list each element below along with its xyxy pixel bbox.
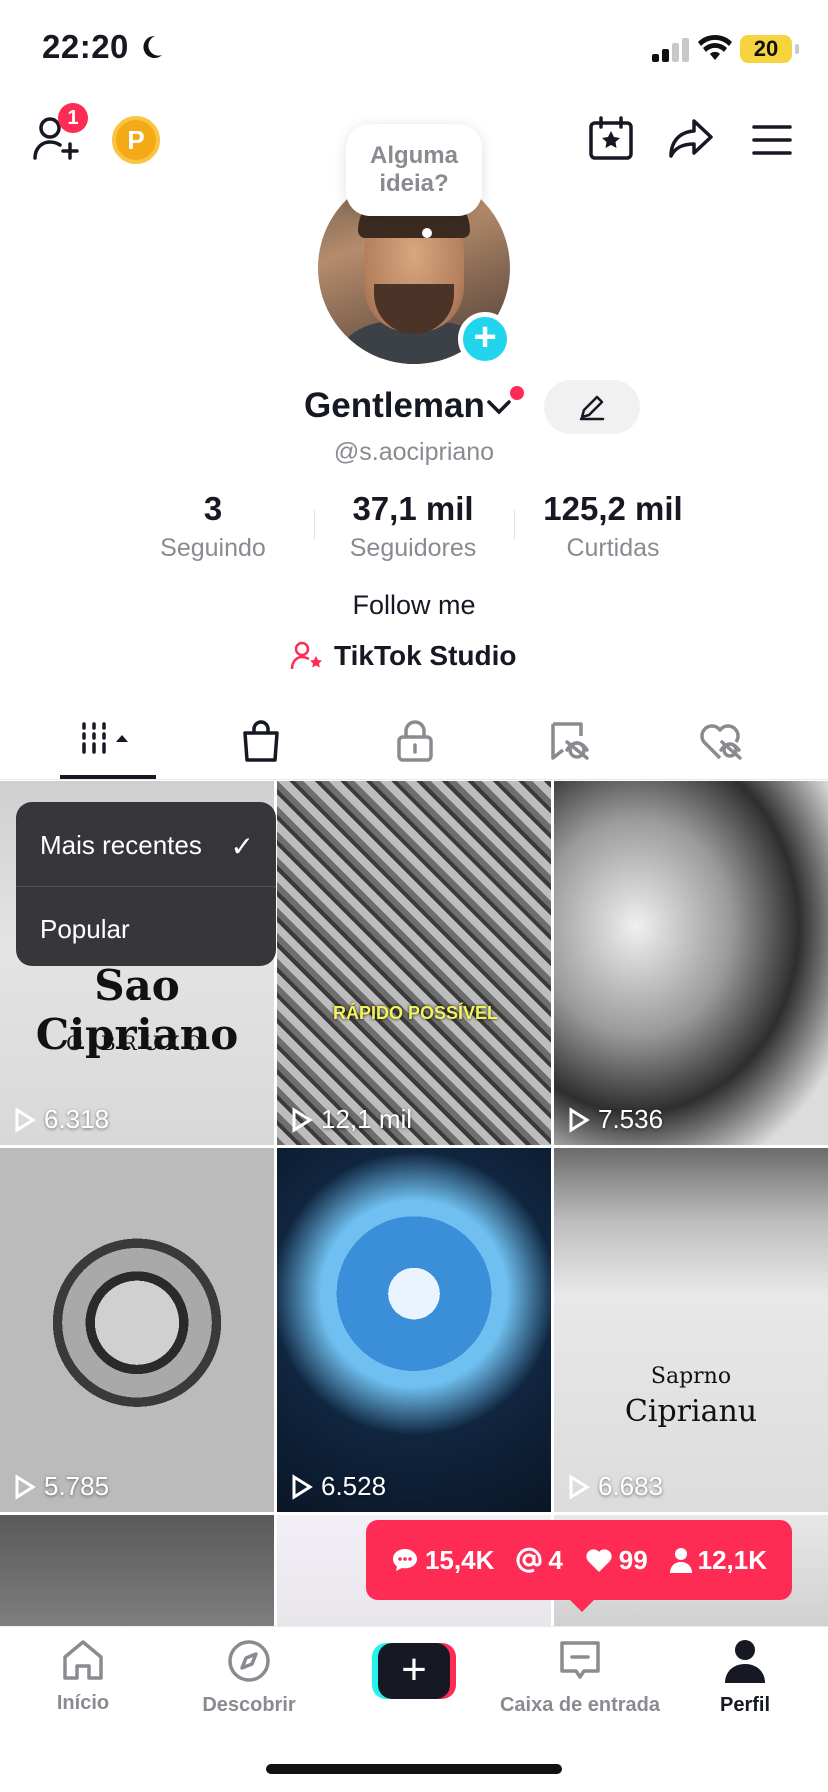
sort-dropdown: Mais recentes ✓ Popular <box>16 802 276 966</box>
moon-icon <box>143 35 162 58</box>
video-thumbnail[interactable]: 6.528 <box>277 1148 551 1512</box>
comments-count: 15,4K <box>391 1545 494 1576</box>
thumbnail-title: Saprno <box>650 1364 732 1389</box>
play-icon <box>569 1473 590 1500</box>
thumbnail-overlay-text: RÁPIDO POSSÍVEL <box>333 1003 499 1023</box>
compass-icon <box>228 1640 270 1682</box>
studio-label: TikTok Studio <box>334 640 517 671</box>
edit-profile-button[interactable] <box>544 380 640 434</box>
lock-icon <box>397 720 433 762</box>
comment-icon <box>392 1549 417 1571</box>
tiktok-studio-link[interactable]: TikTok Studio <box>290 640 517 672</box>
sort-option-popular[interactable]: Popular <box>40 914 130 945</box>
likes-count: 99 <box>585 1545 648 1576</box>
inbox-icon <box>560 1641 600 1679</box>
signal-icon <box>652 38 689 62</box>
mentions-count: 4 <box>516 1545 563 1576</box>
tab-reposts[interactable] <box>505 700 670 780</box>
friend-request-badge: 1 <box>58 103 88 133</box>
nav-label: Perfil <box>719 1694 771 1716</box>
view-count: 6.683 <box>568 1471 663 1502</box>
menu-divider <box>16 886 276 887</box>
profile-bio: Follow me <box>352 590 476 620</box>
create-button[interactable]: + <box>372 1643 456 1699</box>
stat-label: Seguidores <box>349 534 477 562</box>
home-icon <box>63 1640 103 1680</box>
at-icon <box>516 1547 542 1573</box>
play-icon <box>15 1473 36 1500</box>
stat-label: Seguindo <box>160 534 266 562</box>
heart-icon <box>586 1549 612 1572</box>
video-thumbnail[interactable]: 7.536 <box>554 781 828 1145</box>
play-icon <box>569 1106 590 1133</box>
stat-label: Curtidas <box>566 534 660 562</box>
creator-star-icon <box>290 641 322 670</box>
followers-count: 12,1K <box>669 1545 767 1576</box>
tab-liked[interactable] <box>664 700 828 780</box>
thumbnail-subtitle: Ciprianu <box>624 1394 758 1429</box>
profile-handle: @s.aocipriano <box>333 438 495 466</box>
video-thumbnail[interactable]: Saprno Ciprianu 6.683 <box>554 1148 828 1512</box>
shopping-bag-icon <box>243 720 279 762</box>
activity-summary-pill[interactable]: 15,4K 4 99 12,1K <box>366 1520 792 1600</box>
view-count: 6.318 <box>14 1104 109 1135</box>
video-thumbnail[interactable]: 5.785 <box>0 1148 274 1512</box>
account-notification-dot <box>510 386 524 400</box>
nav-label: Descobrir <box>202 1694 296 1716</box>
profile-name[interactable]: Gentleman <box>304 386 485 426</box>
calendar-star-icon[interactable] <box>588 116 634 162</box>
view-count: 12,1 mil <box>291 1104 412 1135</box>
menu-icon[interactable] <box>752 124 792 156</box>
nav-discover[interactable]: Descobrir <box>166 1639 332 1717</box>
battery-indicator: 20 <box>740 35 799 63</box>
nav-label: Início <box>56 1692 110 1714</box>
video-thumbnail[interactable]: RÁPIDO POSSÍVEL 12,1 mil <box>277 781 551 1145</box>
home-indicator <box>266 1764 562 1774</box>
pencil-icon <box>579 395 605 421</box>
thumbnail-subtitle: O BRUXO <box>66 1031 208 1055</box>
stat-value: 125,2 mil <box>543 490 683 527</box>
coin-icon[interactable]: P <box>112 116 160 164</box>
nav-label: Caixa de entrada <box>499 1694 661 1716</box>
heart-hidden-icon <box>700 724 742 760</box>
view-count: 7.536 <box>568 1104 663 1135</box>
stat-followers[interactable]: 37,1 mil Seguidores <box>313 490 513 563</box>
play-icon <box>292 1473 313 1500</box>
stat-value: 37,1 mil <box>352 490 474 527</box>
nav-profile[interactable]: Perfil <box>662 1639 828 1717</box>
tab-private[interactable] <box>340 700 505 780</box>
stat-likes[interactable]: 125,2 mil Curtidas <box>513 490 713 563</box>
play-icon <box>15 1106 36 1133</box>
tab-shop[interactable] <box>178 700 343 780</box>
wifi-icon <box>698 34 732 60</box>
active-tab-indicator <box>60 775 156 779</box>
status-bar: 22:20 20 <box>0 0 828 100</box>
status-time: 22:20 <box>42 28 129 65</box>
bookmark-hidden-icon <box>551 722 589 760</box>
sort-option-recent[interactable]: Mais recentes <box>40 830 202 861</box>
content-tabs <box>0 700 828 780</box>
chevron-down-icon[interactable] <box>486 398 512 416</box>
nav-home[interactable]: Início <box>0 1639 166 1715</box>
share-icon[interactable] <box>668 118 714 160</box>
idea-bubble[interactable]: Alguma ideia? <box>346 124 482 216</box>
stat-value: 3 <box>203 490 223 527</box>
add-story-button[interactable]: + <box>458 312 512 366</box>
view-count: 5.785 <box>14 1471 109 1502</box>
pill-pointer <box>568 1598 596 1612</box>
nav-inbox[interactable]: Caixa de entrada <box>497 1639 663 1717</box>
stat-following[interactable]: 3 Seguindo <box>113 490 313 563</box>
profile-icon <box>725 1640 765 1683</box>
bubble-tail <box>422 228 432 238</box>
view-count: 6.528 <box>291 1471 386 1502</box>
play-icon <box>292 1106 313 1133</box>
grid-sort-icon <box>82 722 128 754</box>
plus-icon: + <box>378 1643 450 1699</box>
person-icon <box>669 1548 692 1573</box>
checkmark-icon: ✓ <box>230 831 254 862</box>
tab-videos[interactable] <box>14 700 179 780</box>
